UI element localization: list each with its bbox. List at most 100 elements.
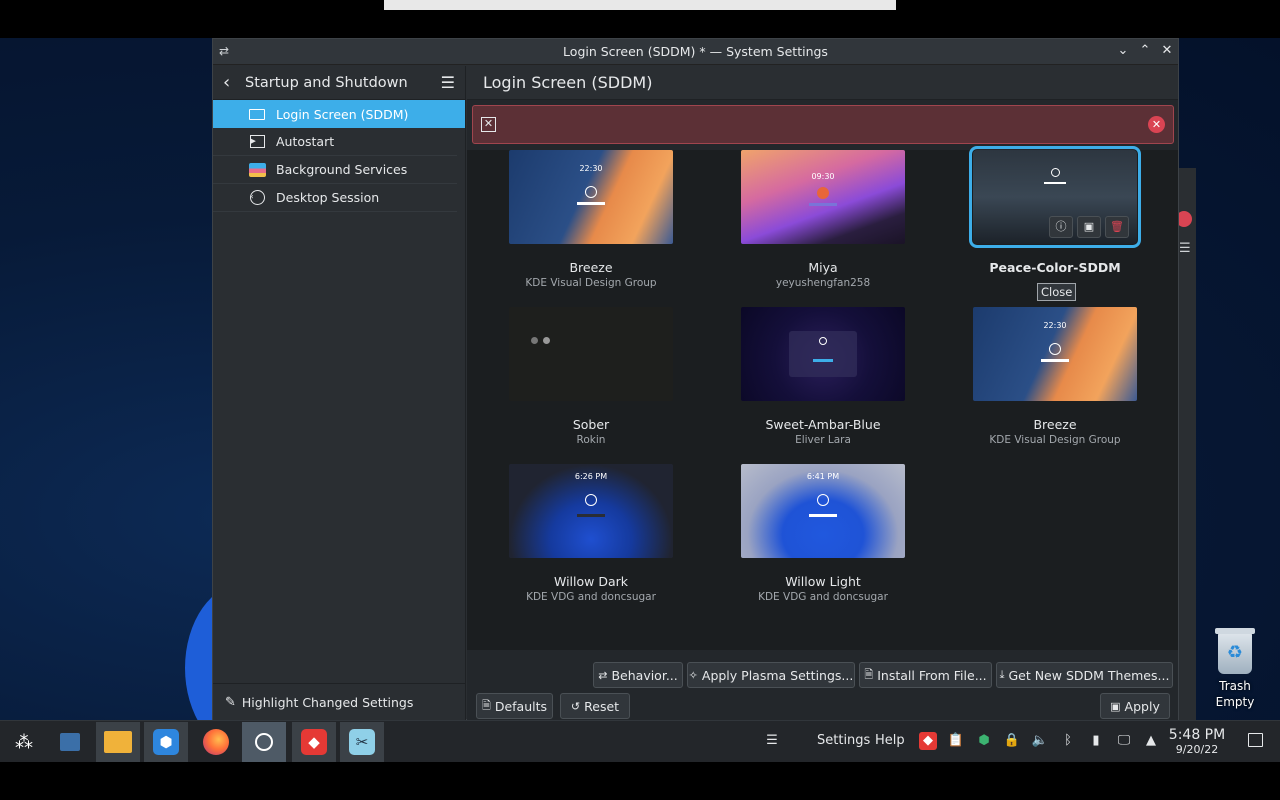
- back-arrow-icon[interactable]: ‹: [223, 72, 245, 93]
- theme-card-willow-dark[interactable]: 6:26 PM Willow Dark KDE VDG and doncsuga…: [508, 464, 674, 603]
- task-app-screenshot[interactable]: ✂: [340, 722, 384, 762]
- preview-clock: 6:41 PM: [806, 472, 840, 481]
- sidebar-item-label: Desktop Session: [276, 190, 380, 205]
- task-file-manager[interactable]: [96, 722, 140, 762]
- tooltip: Close: [1037, 283, 1077, 301]
- message-close-button[interactable]: ✕: [1148, 116, 1165, 133]
- firefox-icon: [203, 729, 229, 755]
- preview-password-bar: [1044, 182, 1066, 184]
- taskbar: ⁂ ⬢ ◆ ✂ ☰ Settings Help ◆ 📋 ⬢ 🔒 🔈 ᛒ ▮ 🖵 …: [0, 720, 1280, 762]
- preview-avatar-icon: [819, 337, 827, 345]
- set-wallpaper-icon[interactable]: ▣: [1077, 216, 1101, 238]
- anydesk-tray-icon[interactable]: ◆: [919, 732, 937, 750]
- theme-preview: ⓘ ▣ 🗑: [969, 146, 1141, 248]
- title-bar[interactable]: ⇄ Login Screen (SDDM) * — System Setting…: [213, 39, 1178, 65]
- info-icon[interactable]: ⓘ: [1049, 216, 1073, 238]
- theme-preview: 09:30: [741, 150, 905, 244]
- clock-time: 5:48 PM: [1168, 727, 1226, 743]
- defaults-button[interactable]: 🗎 Defaults: [476, 693, 553, 719]
- document-icon: 🗎: [864, 667, 874, 681]
- theme-name: Willow Light: [785, 574, 861, 589]
- battery-icon[interactable]: ▮: [1087, 732, 1105, 750]
- discover-updates-icon[interactable]: ⬢: [975, 732, 993, 750]
- behavior-button[interactable]: ⇄ Behavior...: [593, 662, 683, 688]
- tray-menu-icon[interactable]: ☰: [763, 732, 781, 750]
- theme-author: Eliver Lara: [795, 434, 851, 446]
- sidebar-item-background-services[interactable]: Background Services: [213, 156, 457, 184]
- preview-password-bar: [577, 514, 605, 517]
- task-system-settings[interactable]: [242, 722, 286, 762]
- reset-label: Reset: [584, 698, 620, 714]
- theme-card-sober[interactable]: Sober Rokin: [508, 307, 674, 446]
- preview-clock: 6:26 PM: [574, 472, 608, 481]
- theme-name: Miya: [808, 260, 838, 275]
- clipboard-icon[interactable]: 📋: [947, 732, 965, 750]
- tray-settings-menu[interactable]: Settings: [817, 733, 870, 748]
- sidebar-header: ‹ Startup and Shutdown ☰: [213, 66, 465, 100]
- sidebar-item-autostart[interactable]: ▶ Autostart: [213, 128, 457, 156]
- theme-preview: 22:30: [973, 307, 1137, 401]
- sidebar-item-login-screen[interactable]: Login Screen (SDDM): [213, 100, 465, 128]
- theme-name: Sober: [572, 417, 610, 432]
- hamburger-menu-icon[interactable]: ☰: [441, 73, 455, 92]
- preview-clock: 22:30: [579, 164, 603, 173]
- theme-author: KDE VDG and doncsugar: [758, 591, 888, 603]
- theme-author: Rokin: [576, 434, 606, 446]
- settings-icon: [255, 733, 273, 751]
- trash-desktop-icon[interactable]: ♻ Trash Empty: [1205, 628, 1265, 710]
- theme-card-willow-light[interactable]: 6:41 PM Willow Light KDE VDG and doncsug…: [740, 464, 906, 603]
- get-new-sddm-themes-button[interactable]: ⤓ Get New SDDM Themes...: [996, 662, 1173, 688]
- preview-avatar-icon: [543, 337, 550, 344]
- theme-preview: [741, 307, 905, 401]
- lock-icon[interactable]: 🔒: [1003, 732, 1021, 750]
- document-icon: 🗎: [481, 698, 491, 712]
- minimize-button[interactable]: ⌄: [1115, 43, 1131, 59]
- preview-avatar-icon: [1049, 343, 1061, 355]
- sidebar-item-label: Autostart: [276, 134, 335, 149]
- error-message-bar: ✕ ✕: [472, 105, 1174, 144]
- clock[interactable]: 5:48 PM 9/20/22: [1165, 727, 1229, 756]
- task-discover[interactable]: ⬢: [144, 722, 188, 762]
- task-workspace[interactable]: [48, 722, 92, 762]
- theme-card-breeze-2[interactable]: 22:30 Breeze KDE Visual Design Group: [972, 307, 1138, 446]
- system-settings-window: ⇄ Login Screen (SDDM) * — System Setting…: [212, 38, 1179, 721]
- install-from-file-button[interactable]: 🗎 Install From File...: [859, 662, 992, 688]
- theme-author: KDE Visual Design Group: [525, 277, 657, 289]
- desktop-session-icon: ‹: [248, 190, 266, 205]
- sparkle-icon: ✧: [688, 668, 698, 682]
- theme-author: yeyushengfan258: [775, 277, 871, 289]
- apply-label: Apply: [1124, 698, 1160, 714]
- sidebar-item-desktop-session[interactable]: ‹ Desktop Session: [213, 184, 457, 212]
- error-dialog-icon: ✕: [481, 117, 496, 132]
- theme-preview: [509, 307, 673, 401]
- show-desktop-icon[interactable]: [1248, 733, 1263, 747]
- delete-icon[interactable]: 🗑: [1105, 216, 1129, 238]
- background-window-menu-icon[interactable]: ☰: [1179, 241, 1191, 256]
- preview-avatar-icon: [585, 186, 597, 198]
- reset-button[interactable]: ↺ Reset: [560, 693, 630, 719]
- theme-card-sweet-ambar-blue[interactable]: Sweet-Ambar-Blue Eliver Lara: [740, 307, 906, 446]
- preview-password-bar: [813, 359, 833, 362]
- theme-hover-actions: ⓘ ▣ 🗑: [1049, 216, 1129, 238]
- spectacle-icon: ✂: [349, 729, 375, 755]
- volume-icon[interactable]: 🔈: [1031, 732, 1049, 750]
- highlight-changed-settings-button[interactable]: ✎ Highlight Changed Settings: [213, 683, 465, 721]
- theme-card-breeze[interactable]: 22:30 Breeze KDE Visual Design Group: [508, 150, 674, 289]
- application-launcher[interactable]: ⁂: [2, 722, 46, 762]
- tray-help-menu[interactable]: Help: [875, 733, 905, 748]
- theme-card-miya[interactable]: 09:30 Miya yeyushengfan258: [740, 150, 906, 289]
- tray-expand-icon[interactable]: ▲: [1142, 732, 1160, 750]
- workspace-icon: [60, 733, 80, 751]
- task-app-red[interactable]: ◆: [292, 722, 336, 762]
- task-firefox[interactable]: [194, 722, 238, 762]
- apply-plasma-settings-button[interactable]: ✧ Apply Plasma Settings...: [687, 662, 855, 688]
- apply-button[interactable]: ▣ Apply: [1100, 693, 1170, 719]
- theme-name: Sweet-Ambar-Blue: [765, 417, 881, 432]
- sidebar-item-label: Login Screen (SDDM): [276, 106, 409, 122]
- theme-card-peace-color-sddm[interactable]: ⓘ ▣ 🗑 Peace-Color-SDDM: [969, 146, 1141, 275]
- maximize-button[interactable]: ⌃: [1137, 43, 1153, 59]
- close-button[interactable]: ✕: [1159, 43, 1175, 59]
- network-icon[interactable]: 🖵: [1115, 732, 1133, 750]
- highlight-changed-settings-label: Highlight Changed Settings: [241, 695, 414, 710]
- bluetooth-icon[interactable]: ᛒ: [1059, 732, 1077, 750]
